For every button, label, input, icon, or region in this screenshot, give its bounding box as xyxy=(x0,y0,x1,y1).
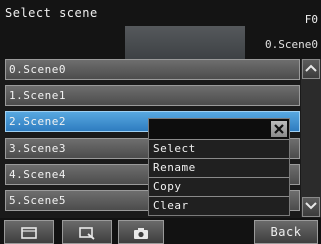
scroll-up-button[interactable] xyxy=(302,59,320,79)
menu-item-clear[interactable]: Clear xyxy=(149,196,289,215)
zoom-icon xyxy=(79,227,95,240)
camera-icon xyxy=(134,228,148,239)
corner-code: F0 xyxy=(304,13,318,26)
layout-icon xyxy=(21,227,37,239)
close-icon xyxy=(274,124,284,134)
menu-item-copy[interactable]: Copy xyxy=(149,177,289,196)
list-item-scene-1[interactable]: 1.Scene1 xyxy=(5,85,300,106)
layout-button[interactable] xyxy=(4,220,54,244)
menu-item-select[interactable]: Select xyxy=(149,139,289,158)
list-scrollbar[interactable] xyxy=(301,59,321,217)
footer-toolbar: Back xyxy=(0,218,321,244)
back-button[interactable]: Back xyxy=(254,220,318,244)
current-scene-label: 0.Scene0 xyxy=(265,38,318,51)
chevron-up-icon xyxy=(305,64,317,72)
camera-button[interactable] xyxy=(118,220,164,244)
list-item-label: 3.Scene3 xyxy=(9,142,66,155)
list-item-scene-0[interactable]: 0.Scene0 xyxy=(5,59,300,80)
list-item-label: 2.Scene2 xyxy=(9,115,66,128)
scroll-down-button[interactable] xyxy=(302,197,320,217)
title-bar: Select scene F0 0.Scene0 xyxy=(0,0,321,62)
page-title: Select scene xyxy=(5,6,98,20)
camera-preview xyxy=(125,26,245,62)
list-item-label: 5.Scene5 xyxy=(9,194,66,207)
chevron-down-icon xyxy=(305,202,317,210)
scene-context-menu: Select Rename Copy Clear xyxy=(148,118,290,216)
list-item-label: 0.Scene0 xyxy=(9,63,66,76)
menu-item-rename[interactable]: Rename xyxy=(149,158,289,177)
zoom-button[interactable] xyxy=(62,220,112,244)
list-item-label: 4.Scene4 xyxy=(9,168,66,181)
list-item-label: 1.Scene1 xyxy=(9,89,66,102)
close-button[interactable] xyxy=(271,121,287,137)
